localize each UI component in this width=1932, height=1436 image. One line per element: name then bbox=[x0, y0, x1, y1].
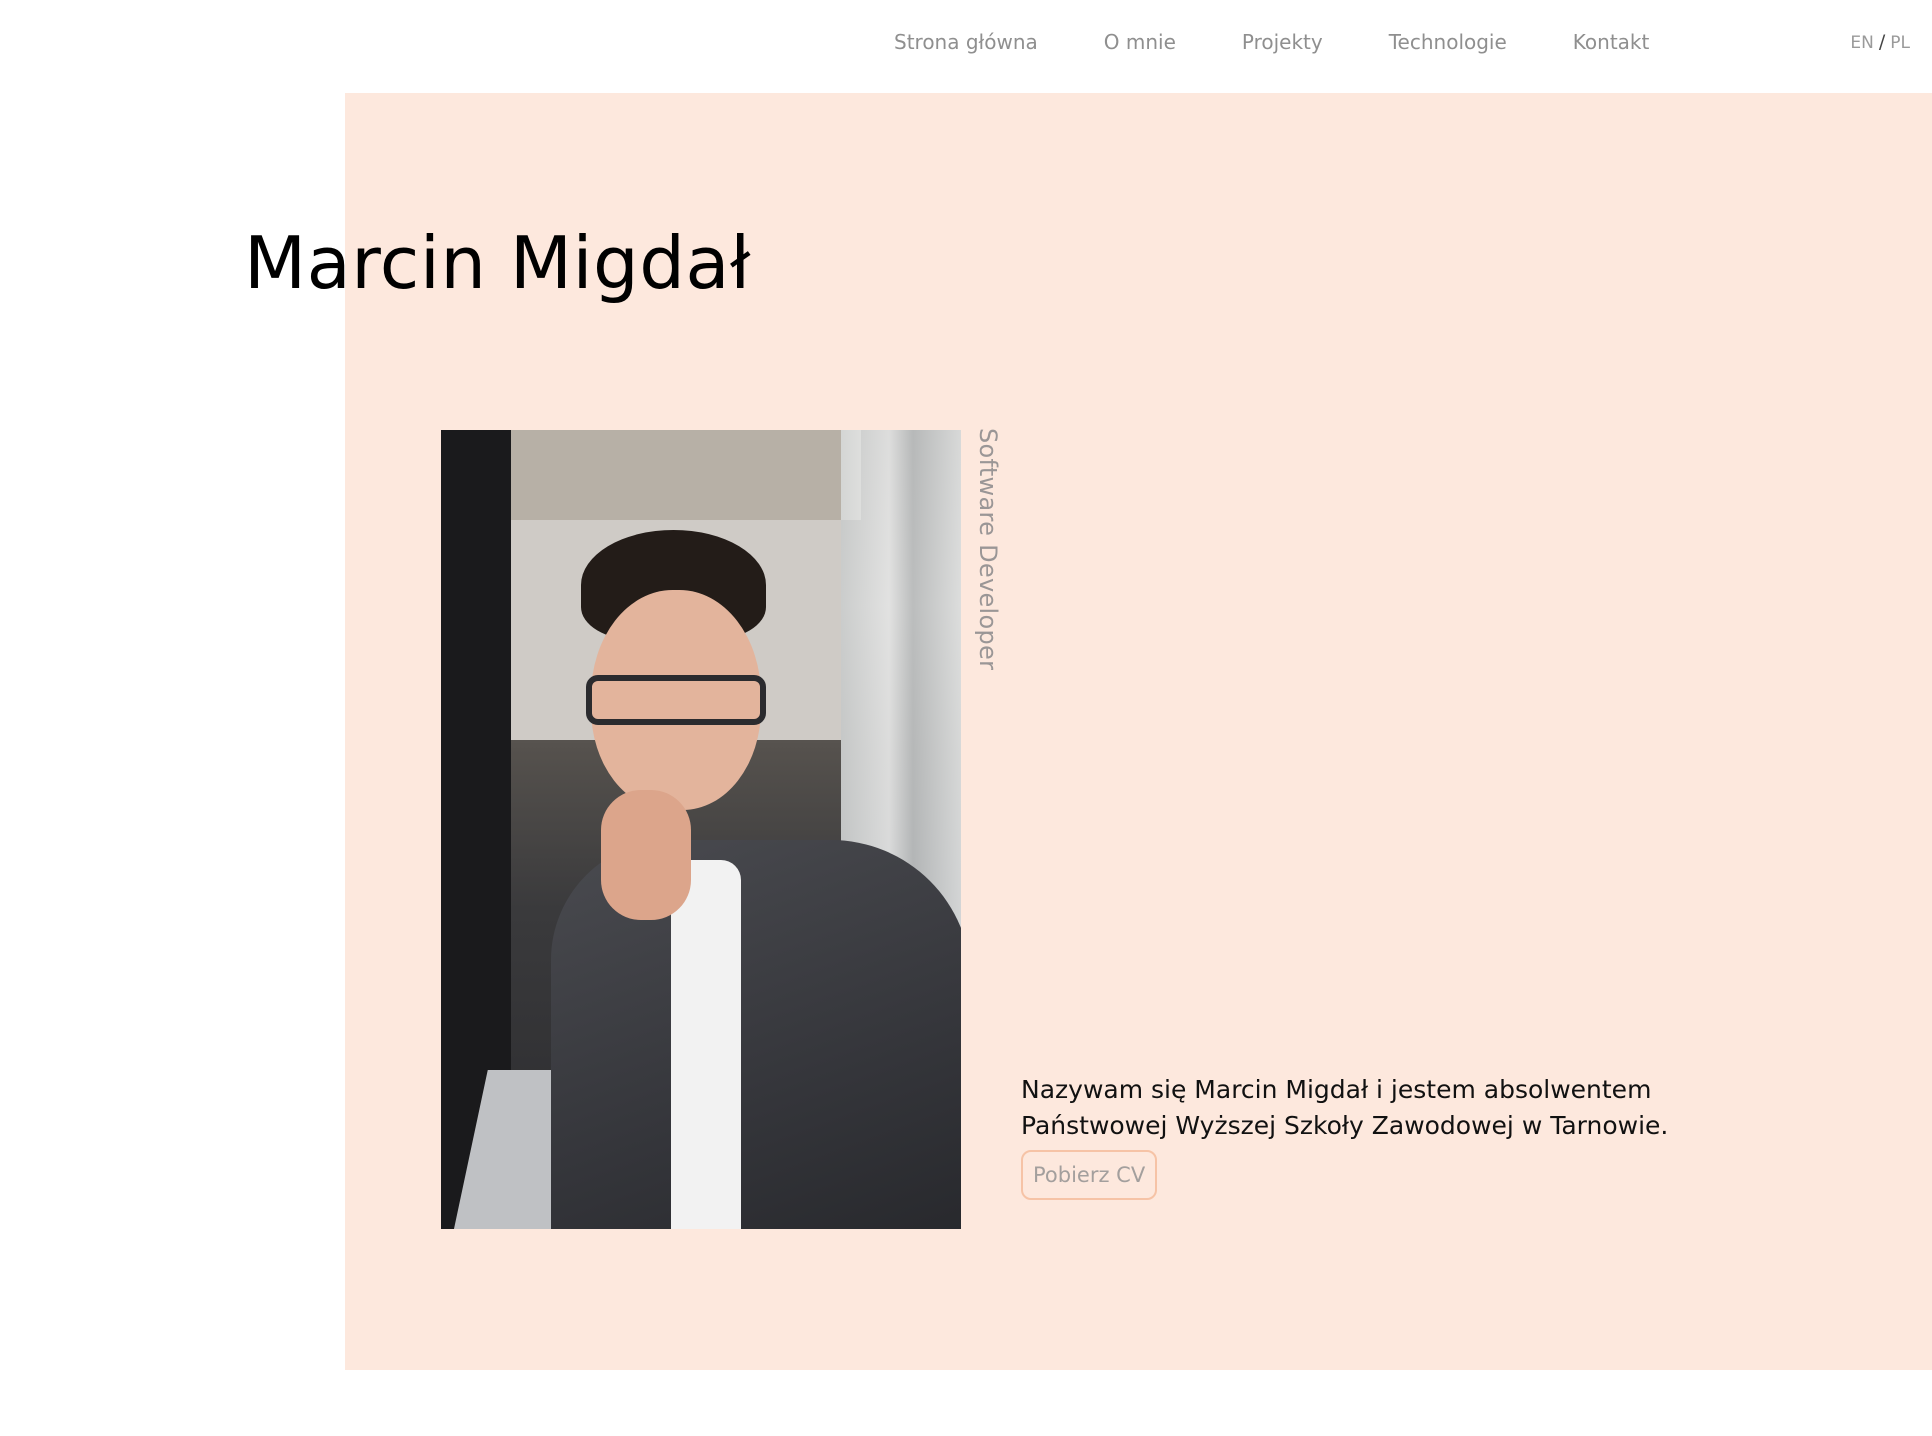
nav-link-about[interactable]: O mnie bbox=[1104, 28, 1176, 56]
photo-shirt bbox=[671, 860, 741, 1229]
nav-link-projects[interactable]: Projekty bbox=[1242, 28, 1323, 56]
language-switcher: EN / PL bbox=[1850, 30, 1910, 55]
profile-photo bbox=[441, 430, 961, 1229]
lang-en-link[interactable]: EN bbox=[1850, 33, 1873, 53]
lang-separator: / bbox=[1878, 31, 1886, 53]
nav-link-contact[interactable]: Kontakt bbox=[1573, 28, 1650, 56]
lang-pl-link[interactable]: PL bbox=[1890, 33, 1910, 53]
nav-links: Strona główna O mnie Projekty Technologi… bbox=[894, 28, 1649, 56]
download-cv-button[interactable]: Pobierz CV bbox=[1021, 1150, 1158, 1200]
nav-link-home[interactable]: Strona główna bbox=[894, 28, 1038, 56]
photo-hand bbox=[601, 790, 691, 920]
photo-glasses bbox=[586, 675, 766, 725]
top-navigation: Strona główna O mnie Projekty Technologi… bbox=[0, 0, 1932, 93]
page-title: Marcin Migdał bbox=[244, 221, 751, 305]
page: Strona główna O mnie Projekty Technologi… bbox=[0, 0, 1932, 1436]
photo-ceiling bbox=[501, 430, 861, 520]
job-title: Software Developer bbox=[974, 428, 1002, 671]
nav-link-technologies[interactable]: Technologie bbox=[1389, 28, 1507, 56]
intro-text: Nazywam się Marcin Migdał i jestem absol… bbox=[1021, 1075, 1669, 1140]
